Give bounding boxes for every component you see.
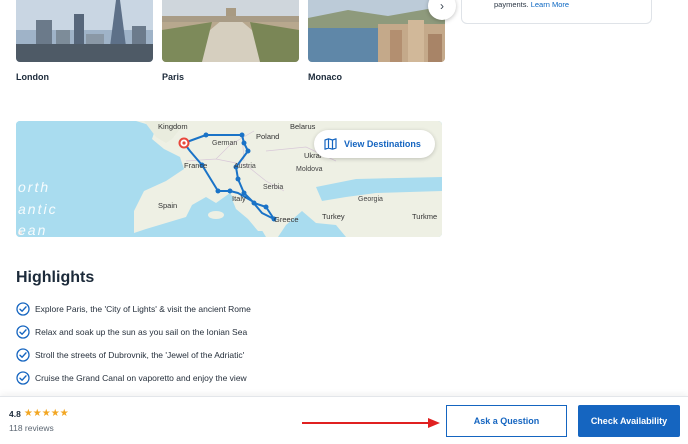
map-icon bbox=[324, 138, 337, 150]
check-availability-label: Check Availability bbox=[590, 416, 668, 426]
highlight-text: Relax and soak up the sun as you sail on… bbox=[35, 327, 248, 337]
map-label-poland: Poland bbox=[256, 132, 280, 141]
chevron-right-icon: › bbox=[440, 0, 444, 13]
route-map[interactable]: orth antic ean Kingdom Belarus Poland Ge… bbox=[16, 121, 442, 237]
destination-name: Paris bbox=[162, 72, 185, 82]
map-label-sea: antic bbox=[18, 201, 58, 217]
rating-summary: 4.8 ★★★★★ bbox=[9, 408, 69, 420]
map-label-georgia: Georgia bbox=[358, 196, 383, 203]
star-rating-icon: ★★★★★ bbox=[23, 408, 69, 419]
monaco-photo bbox=[308, 0, 445, 62]
learn-more-link[interactable]: Learn More bbox=[531, 0, 569, 9]
highlight-item: Cruise the Grand Canal on vaporetto and … bbox=[16, 370, 247, 386]
view-destinations-button[interactable]: View Destinations bbox=[314, 130, 435, 158]
map-label-france: France bbox=[184, 161, 208, 170]
check-availability-button[interactable]: Check Availability bbox=[578, 405, 680, 437]
map-label-germany: German bbox=[212, 140, 238, 147]
destination-name: Monaco bbox=[308, 72, 343, 82]
rating-value: 4.8 bbox=[9, 409, 21, 419]
check-circle-icon bbox=[16, 371, 30, 385]
annotation-arrow-icon bbox=[302, 418, 440, 428]
check-circle-icon bbox=[16, 348, 30, 362]
map-label-belarus: Belarus bbox=[290, 122, 316, 131]
booking-bar: 4.8 ★★★★★ 118 reviews Ask a Question Che… bbox=[0, 396, 688, 444]
map-label-sea: ean bbox=[18, 222, 48, 237]
map-label-italy: Italy bbox=[232, 194, 246, 203]
highlight-text: Cruise the Grand Canal on vaporetto and … bbox=[35, 373, 247, 383]
highlight-text: Stroll the streets of Dubrovnik, the 'Je… bbox=[35, 350, 245, 360]
map-label-turkey: Turkey bbox=[322, 212, 345, 221]
map-label-serbia: Serbia bbox=[263, 184, 284, 191]
payment-info-card: payments. Learn More bbox=[461, 0, 652, 24]
map-label-greece: Greece bbox=[274, 215, 299, 224]
map-label-moldova: Moldova bbox=[296, 166, 323, 173]
london-photo bbox=[16, 0, 153, 62]
highlight-item: Explore Paris, the 'City of Lights' & vi… bbox=[16, 301, 251, 317]
destination-card-monaco[interactable]: Monaco bbox=[308, 0, 445, 82]
highlight-item: Relax and soak up the sun as you sail on… bbox=[16, 324, 247, 340]
ask-question-label: Ask a Question bbox=[473, 416, 540, 426]
highlight-text: Explore Paris, the 'City of Lights' & vi… bbox=[35, 304, 251, 314]
check-circle-icon bbox=[16, 325, 30, 339]
map-label-turkmenistan: Turkme bbox=[412, 212, 438, 221]
map-label-austria: Austria bbox=[234, 163, 256, 170]
ask-question-button[interactable]: Ask a Question bbox=[446, 405, 567, 437]
payment-info-text: payments. Learn More bbox=[494, 0, 569, 9]
map-label-spain: Spain bbox=[158, 201, 178, 210]
destination-card-paris[interactable]: Paris bbox=[162, 0, 299, 82]
paris-photo bbox=[162, 0, 299, 62]
map-label-kingdom: Kingdom bbox=[158, 122, 188, 131]
destination-name: London bbox=[16, 72, 49, 82]
check-circle-icon bbox=[16, 302, 30, 316]
highlights-heading: Highlights bbox=[16, 269, 95, 286]
review-count-link[interactable]: 118 reviews bbox=[9, 423, 54, 433]
map-label-sea: orth bbox=[18, 179, 51, 195]
highlight-item: Stroll the streets of Dubrovnik, the 'Je… bbox=[16, 347, 244, 363]
destination-card-london[interactable]: London bbox=[16, 0, 153, 82]
payment-info-body: payments. bbox=[494, 0, 529, 9]
view-destinations-label: View Destinations bbox=[344, 139, 421, 149]
